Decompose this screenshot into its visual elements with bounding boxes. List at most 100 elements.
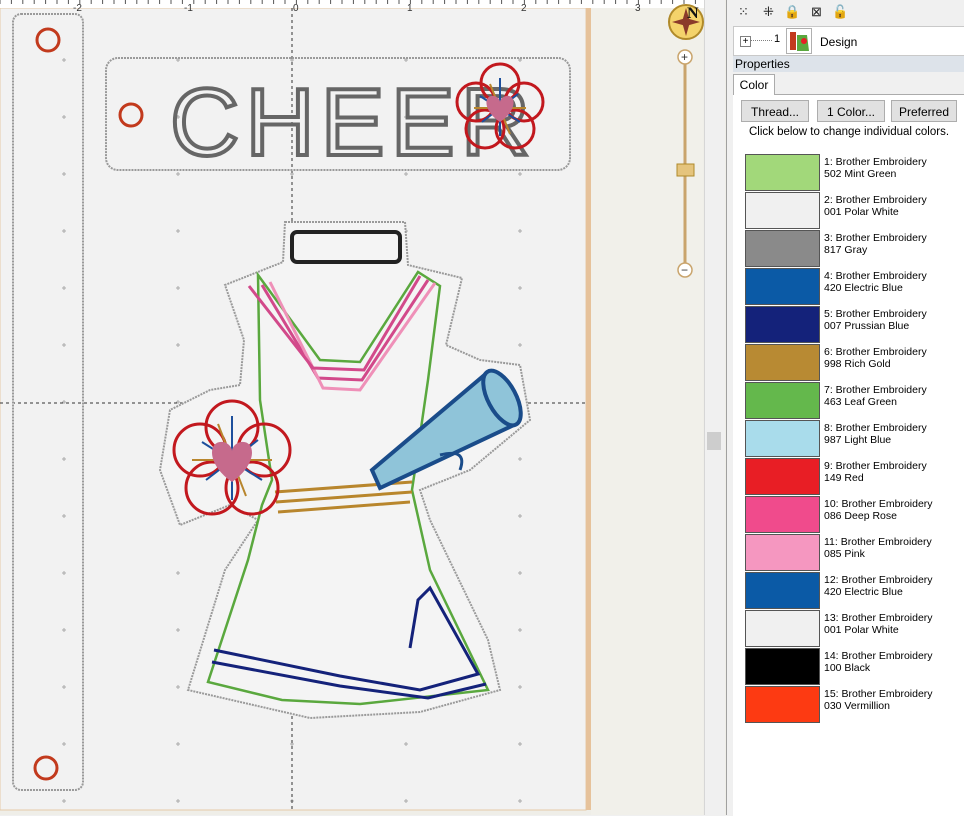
thread-color-swatch[interactable]	[745, 154, 820, 191]
thread-color-row[interactable]: 4: Brother Embroidery 420 Electric Blue	[743, 267, 964, 305]
ruler-label: -2	[73, 3, 82, 14]
thread-color-name: 7: Brother Embroidery	[824, 384, 927, 396]
thread-color-name: 8: Brother Embroidery	[824, 422, 927, 434]
ruler-label: 1	[407, 3, 413, 14]
thread-color-label: 9: Brother Embroidery 149 Red	[824, 460, 927, 484]
thread-color-row[interactable]: 10: Brother Embroidery 086 Deep Rose	[743, 495, 964, 533]
thread-color-label: 11: Brother Embroidery 085 Pink	[824, 536, 932, 560]
thread-color-name: 3: Brother Embroidery	[824, 232, 927, 244]
thread-color-row[interactable]: 15: Brother Embroidery 030 Vermillion	[743, 685, 964, 723]
thread-color-row[interactable]: 8: Brother Embroidery 987 Light Blue	[743, 419, 964, 457]
thread-color-label: 6: Brother Embroidery 998 Rich Gold	[824, 346, 927, 370]
thread-color-label: 1: Brother Embroidery 502 Mint Green	[824, 156, 927, 180]
ruler-label: -1	[184, 3, 193, 14]
thread-color-code: 817 Gray	[824, 244, 868, 256]
zoom-slider[interactable]: + −	[668, 0, 702, 290]
design-thumbnail-icon	[786, 28, 812, 54]
thread-color-row[interactable]: 3: Brother Embroidery 817 Gray	[743, 229, 964, 267]
thread-color-code: 420 Electric Blue	[824, 282, 903, 294]
thread-color-swatch[interactable]	[745, 344, 820, 381]
thread-color-label: 8: Brother Embroidery 987 Light Blue	[824, 422, 927, 446]
thread-color-list[interactable]: 1: Brother Embroidery 502 Mint Green 2: Br…	[743, 153, 964, 723]
preferred-button[interactable]: Preferred	[891, 100, 957, 122]
thread-color-swatch[interactable]	[745, 382, 820, 419]
thread-color-swatch[interactable]	[745, 572, 820, 609]
lock-icon[interactable]: 🔒	[784, 3, 801, 20]
thread-color-name: 5: Brother Embroidery	[824, 308, 927, 320]
thread-color-row[interactable]: 11: Brother Embroidery 085 Pink	[743, 533, 964, 571]
hoop-edge	[586, 8, 591, 810]
thread-color-label: 13: Brother Embroidery 001 Polar White	[824, 612, 933, 636]
thread-color-code: 463 Leaf Green	[824, 396, 897, 408]
thread-color-code: 007 Prussian Blue	[824, 320, 910, 332]
tab-color[interactable]: Color	[733, 74, 775, 95]
thread-color-row[interactable]: 5: Brother Embroidery 007 Prussian Blue	[743, 305, 964, 343]
design-canvas[interactable]: -2 -1 0 1 2 3 CHEER N	[0, 0, 726, 815]
thread-color-code: 086 Deep Rose	[824, 510, 897, 522]
tree-item-number: 1	[774, 33, 781, 45]
thread-color-row[interactable]: 13: Brother Embroidery 001 Polar White	[743, 609, 964, 647]
thread-color-swatch[interactable]	[745, 610, 820, 647]
thread-color-code: 001 Polar White	[824, 206, 899, 218]
thread-color-swatch[interactable]	[745, 306, 820, 343]
thread-color-code: 502 Mint Green	[824, 168, 897, 180]
thread-color-swatch[interactable]	[745, 496, 820, 533]
thread-color-code: 001 Polar White	[824, 624, 899, 636]
select-all-icon[interactable]: ⁜	[760, 3, 777, 20]
design-canvas-area[interactable]: -2 -1 0 1 2 3 CHEER N + −	[0, 0, 726, 815]
thread-color-row[interactable]: 9: Brother Embroidery 149 Red	[743, 457, 964, 495]
thread-button[interactable]: Thread...	[741, 100, 809, 122]
thread-color-code: 420 Electric Blue	[824, 586, 903, 598]
thread-color-row[interactable]: 7: Brother Embroidery 463 Leaf Green	[743, 381, 964, 419]
thread-color-name: 12: Brother Embroidery	[824, 574, 933, 586]
vertical-scrollbar-thumb[interactable]	[707, 432, 721, 450]
thread-color-name: 1: Brother Embroidery	[824, 156, 927, 168]
thread-color-code: 987 Light Blue	[824, 434, 892, 446]
thread-color-row[interactable]: 1: Brother Embroidery 502 Mint Green	[743, 153, 964, 191]
select-icon[interactable]: ⁙	[735, 3, 752, 20]
thread-color-row[interactable]: 6: Brother Embroidery 998 Rich Gold	[743, 343, 964, 381]
thread-color-swatch[interactable]	[745, 420, 820, 457]
tree-expand-icon[interactable]: +	[740, 36, 751, 47]
thread-color-swatch[interactable]	[745, 534, 820, 571]
thread-color-swatch[interactable]	[745, 268, 820, 305]
thread-color-code: 085 Pink	[824, 548, 865, 560]
one-color-button[interactable]: 1 Color...	[817, 100, 885, 122]
thread-color-code: 100 Black	[824, 662, 871, 674]
top-ruler	[0, 0, 704, 8]
thread-color-row[interactable]: 12: Brother Embroidery 420 Electric Blue	[743, 571, 964, 609]
thread-color-name: 9: Brother Embroidery	[824, 460, 927, 472]
thread-color-swatch[interactable]	[745, 458, 820, 495]
thread-color-swatch[interactable]	[745, 230, 820, 267]
thread-color-name: 2: Brother Embroidery	[824, 194, 927, 206]
thread-color-label: 12: Brother Embroidery 420 Electric Blue	[824, 574, 933, 598]
thread-color-row[interactable]: 2: Brother Embroidery 001 Polar White	[743, 191, 964, 229]
vertical-scrollbar[interactable]	[704, 0, 725, 815]
thread-color-swatch[interactable]	[745, 686, 820, 723]
thread-color-label: 10: Brother Embroidery 086 Deep Rose	[824, 498, 933, 522]
thread-color-name: 11: Brother Embroidery	[824, 536, 932, 548]
color-hint-text: Click below to change individual colors.	[748, 126, 950, 138]
thread-color-code: 998 Rich Gold	[824, 358, 891, 370]
tree-item-design[interactable]: Design	[820, 35, 857, 49]
zoom-thumb[interactable]	[676, 163, 695, 177]
thread-color-name: 4: Brother Embroidery	[824, 270, 927, 282]
thread-color-label: 7: Brother Embroidery 463 Leaf Green	[824, 384, 927, 408]
ruler-label: 3	[635, 3, 641, 14]
thread-color-name: 13: Brother Embroidery	[824, 612, 933, 624]
thread-color-name: 15: Brother Embroidery	[824, 688, 933, 700]
thread-color-swatch[interactable]	[745, 192, 820, 229]
unlock-icon[interactable]: 🔓	[832, 3, 849, 20]
object-tree[interactable]: + 1 Design	[733, 26, 964, 56]
thread-color-name: 14: Brother Embroidery	[824, 650, 933, 662]
thread-color-row[interactable]: 14: Brother Embroidery 100 Black	[743, 647, 964, 685]
thread-color-label: 14: Brother Embroidery 100 Black	[824, 650, 933, 674]
thread-color-label: 3: Brother Embroidery 817 Gray	[824, 232, 927, 256]
thread-color-name: 6: Brother Embroidery	[824, 346, 927, 358]
zoom-out-label: −	[681, 263, 688, 277]
thread-color-swatch[interactable]	[745, 648, 820, 685]
tree-connector	[750, 40, 772, 41]
thread-color-label: 5: Brother Embroidery 007 Prussian Blue	[824, 308, 927, 332]
hide-icon[interactable]: ⊠	[808, 3, 825, 20]
thread-color-label: 2: Brother Embroidery 001 Polar White	[824, 194, 927, 218]
